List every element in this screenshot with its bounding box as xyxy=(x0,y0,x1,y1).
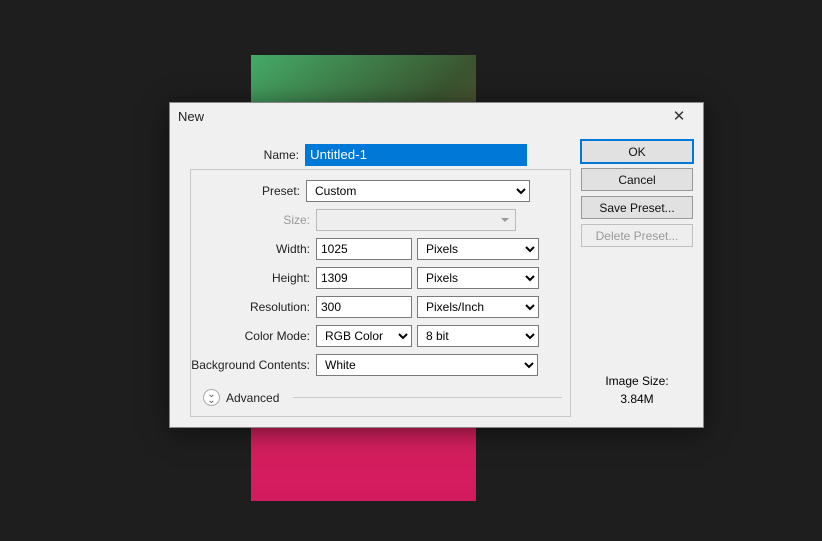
image-size-value: 3.84M xyxy=(581,390,693,408)
name-input[interactable] xyxy=(305,144,527,166)
advanced-label: Advanced xyxy=(226,391,279,405)
preset-select[interactable]: Custom xyxy=(306,180,530,202)
width-unit-select[interactable]: Pixels xyxy=(417,238,539,260)
settings-group: Preset: Custom Size: Width: Pixels xyxy=(190,169,571,417)
bit-depth-select[interactable]: 8 bit xyxy=(417,325,539,347)
color-mode-label: Color Mode: xyxy=(191,329,316,343)
resolution-input[interactable] xyxy=(316,296,412,318)
resolution-unit-select[interactable]: Pixels/Inch xyxy=(417,296,539,318)
divider xyxy=(293,397,562,398)
background-select[interactable]: White xyxy=(316,354,538,376)
close-icon[interactable]: ✕ xyxy=(663,109,695,124)
save-preset-button[interactable]: Save Preset... xyxy=(581,196,693,219)
size-label: Size: xyxy=(191,213,316,227)
name-label: Name: xyxy=(180,148,305,162)
new-document-dialog: New ✕ Name: Preset: Custom Size: xyxy=(169,102,704,428)
ok-button[interactable]: OK xyxy=(581,140,693,163)
preset-label: Preset: xyxy=(191,184,306,198)
height-input[interactable] xyxy=(316,267,412,289)
chevron-down-double-icon: ⌄⌄ xyxy=(203,389,220,406)
color-mode-select[interactable]: RGB Color xyxy=(316,325,412,347)
delete-preset-button: Delete Preset... xyxy=(581,224,693,247)
width-input[interactable] xyxy=(316,238,412,260)
width-label: Width: xyxy=(191,242,316,256)
cancel-button[interactable]: Cancel xyxy=(581,168,693,191)
dialog-title: New xyxy=(178,109,204,124)
titlebar: New ✕ xyxy=(170,103,703,130)
height-label: Height: xyxy=(191,271,316,285)
background-label: Background Contents: xyxy=(191,358,316,372)
image-size-label: Image Size: xyxy=(581,372,693,390)
size-select xyxy=(316,209,516,231)
height-unit-select[interactable]: Pixels xyxy=(417,267,539,289)
resolution-label: Resolution: xyxy=(191,300,316,314)
advanced-toggle[interactable]: ⌄⌄ Advanced xyxy=(203,389,562,406)
